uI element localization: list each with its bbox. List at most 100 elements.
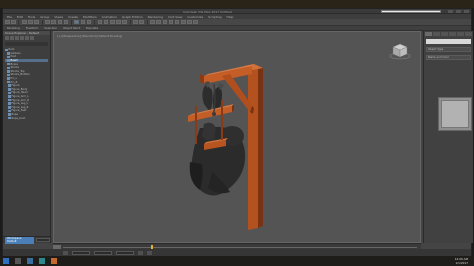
redo-icon[interactable] — [11, 19, 16, 25]
render-icon[interactable] — [193, 19, 199, 25]
menu-item[interactable]: Tools — [28, 15, 35, 19]
motion-tab-icon[interactable] — [449, 32, 456, 36]
ribbon-tab[interactable]: Populate — [86, 26, 98, 30]
object-icon — [7, 55, 10, 59]
object-icon — [7, 70, 10, 73]
display-tab-icon[interactable] — [457, 32, 464, 36]
explorer-icon[interactable] — [27, 258, 33, 264]
object-icon — [7, 80, 10, 84]
snap-icon[interactable] — [103, 19, 109, 25]
move-icon[interactable] — [74, 19, 80, 25]
align-icon[interactable] — [139, 19, 144, 25]
layer-manager-icon[interactable] — [150, 19, 155, 25]
utilities-tab-icon[interactable] — [465, 32, 472, 36]
z-coordinate-field[interactable] — [116, 251, 134, 255]
spinner-snap-icon[interactable] — [122, 19, 127, 25]
undo-icon[interactable] — [5, 19, 10, 25]
rect-select-icon[interactable] — [57, 19, 63, 25]
figure — [189, 81, 246, 196]
schematic-icon[interactable] — [168, 19, 174, 25]
close-icon[interactable] — [464, 9, 469, 13]
ribbon-icon[interactable] — [156, 19, 161, 25]
menu-item[interactable]: Rendering — [148, 15, 163, 19]
rotate-icon[interactable] — [80, 19, 86, 25]
scene-tree-row[interactable]: Rope_Knot — [5, 116, 48, 120]
menu-item[interactable]: Views — [54, 15, 63, 19]
mirror-icon[interactable] — [133, 19, 138, 25]
curve-editor-icon[interactable] — [162, 19, 168, 25]
material-editor-icon[interactable] — [174, 19, 180, 25]
lock-icon[interactable] — [63, 251, 68, 255]
bind-icon[interactable] — [34, 19, 39, 25]
menu-item[interactable]: Help — [227, 15, 234, 19]
link-icon[interactable] — [21, 19, 27, 25]
max-app-icon[interactable] — [39, 258, 45, 264]
scale-icon[interactable] — [86, 19, 92, 25]
hierarchy-tab-icon[interactable] — [441, 32, 448, 36]
unlink-icon[interactable] — [28, 19, 33, 25]
scene-filter-input[interactable] — [5, 42, 48, 46]
light-icon[interactable] — [15, 36, 19, 40]
menu-item[interactable]: Modifiers — [83, 15, 97, 19]
x-coordinate-field[interactable] — [72, 251, 90, 255]
scene-render — [188, 64, 263, 230]
object-icon — [5, 48, 8, 52]
workspace-badge[interactable]: Workspace: Default — [5, 236, 35, 244]
menu-item[interactable]: Create — [68, 15, 78, 19]
maximize-icon[interactable] — [456, 9, 461, 13]
command-panel-search[interactable] — [426, 39, 471, 44]
menu-item[interactable]: Graph Editors — [122, 15, 143, 19]
layer-icon[interactable] — [30, 36, 34, 40]
ribbon-tab[interactable]: Freeform — [26, 26, 38, 30]
menu-item[interactable]: Group — [40, 15, 49, 19]
window-crossing-icon[interactable] — [63, 19, 69, 25]
start-icon[interactable] — [3, 258, 9, 264]
object-icon — [7, 66, 10, 70]
angle-snap-icon[interactable] — [110, 19, 115, 25]
app-icon[interactable] — [51, 258, 57, 264]
helper-icon[interactable] — [25, 36, 29, 40]
menu-item[interactable]: Civil View — [168, 15, 182, 19]
toolbar-separator — [94, 19, 96, 25]
pivot-icon[interactable] — [97, 19, 103, 25]
select-icon[interactable] — [45, 19, 50, 25]
ribbon-tab[interactable]: Selection — [44, 26, 57, 30]
menu-item[interactable]: Customize — [187, 15, 203, 19]
modify-tab-icon[interactable] — [433, 32, 440, 36]
scene-explorer-panel: Scene Explorer - Default Root Gallows Post… — [3, 31, 51, 244]
object-icon — [7, 73, 10, 77]
camera-icon[interactable] — [20, 36, 24, 40]
search-taskbar-icon[interactable] — [15, 258, 21, 264]
search-input[interactable] — [381, 9, 441, 14]
perspective-viewport[interactable]: [+] [Perspective] [Standard] [Default Sh… — [53, 31, 421, 243]
rollout-name-color[interactable]: Name and Color — [426, 55, 471, 60]
minimize-icon[interactable] — [448, 9, 453, 13]
create-tab-icon[interactable] — [425, 32, 432, 36]
menu-item[interactable]: File — [7, 15, 12, 19]
menu-item[interactable]: Animation — [102, 15, 117, 19]
geometry-icon[interactable] — [10, 36, 14, 40]
layer-dropdown[interactable] — [36, 238, 50, 242]
filter-icon[interactable] — [5, 36, 9, 40]
scene-tree-label: Rope_Knot — [11, 116, 26, 120]
render-frame-icon[interactable] — [187, 19, 192, 25]
render-setup-icon[interactable] — [181, 19, 186, 25]
scene-tree-label: Beam — [10, 59, 19, 63]
y-coordinate-field[interactable] — [94, 251, 112, 255]
rollout-object-type[interactable]: Object Type — [426, 47, 471, 52]
key-mode-icon[interactable] — [147, 251, 152, 255]
material-preview-swatch[interactable] — [438, 97, 472, 131]
menu-item[interactable]: Edit — [17, 15, 23, 19]
ribbon-tab[interactable]: Object Paint — [63, 26, 80, 30]
command-panel: Object Type Name and Color — [423, 31, 473, 243]
object-icon — [7, 52, 10, 55]
percent-snap-icon[interactable] — [116, 19, 121, 25]
scene-tree-label: Root — [8, 48, 15, 52]
object-icon — [8, 113, 11, 116]
play-icon[interactable] — [138, 251, 143, 255]
toolbar-separator — [70, 19, 72, 25]
ribbon-tab[interactable]: Modeling — [7, 26, 20, 30]
scene-explorer-footer: Workspace: Default — [3, 236, 50, 244]
select-by-name-icon[interactable] — [51, 19, 56, 25]
menu-item[interactable]: Scripting — [208, 15, 221, 19]
